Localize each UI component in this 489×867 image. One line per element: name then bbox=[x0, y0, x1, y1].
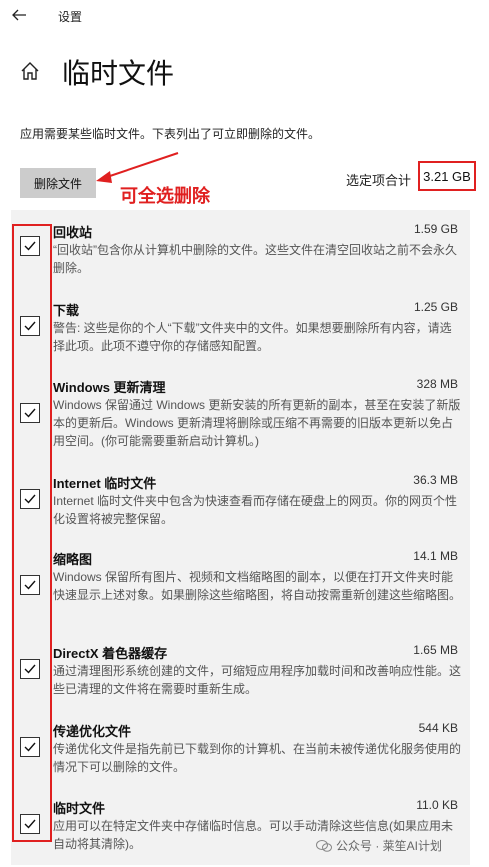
item-description: 警告: 这些是你的个人“下载”文件夹中的文件。如果想要删除所有内容，请选择此项。… bbox=[53, 321, 452, 353]
checkbox-highlight-box bbox=[12, 224, 52, 842]
wechat-icon bbox=[316, 839, 332, 852]
item-title: DirectX 着色器缓存 bbox=[53, 646, 168, 661]
item-size: 11.0 KB bbox=[416, 798, 458, 812]
item-description: 传递优化文件是指先前已下载到你的计算机、在当前未被传递优化服务使用的情况下可以删… bbox=[53, 742, 462, 774]
item-size: 1.65 MB bbox=[413, 643, 458, 657]
app-title: 设置 bbox=[58, 10, 83, 24]
item-title: Windows 更新清理 bbox=[53, 380, 166, 395]
item-title: 传递优化文件 bbox=[53, 724, 132, 739]
total-label: 选定项合计 bbox=[346, 173, 412, 188]
page-description: 应用需要某些临时文件。下表列出了可立即删除的文件。 bbox=[20, 127, 321, 141]
watermark: 公众号 · 莱笙AI计划 bbox=[316, 837, 442, 854]
item-title: 下载 bbox=[53, 303, 80, 318]
item-size: 1.59 GB bbox=[413, 222, 458, 236]
item-title: Internet 临时文件 bbox=[53, 476, 157, 491]
item-size: 14.1 MB bbox=[413, 549, 458, 563]
total-value: 3.21 GB bbox=[418, 161, 476, 191]
delete-files-button[interactable]: 删除文件 bbox=[20, 168, 96, 198]
item-title: 回收站 bbox=[53, 225, 93, 240]
item-size: 1.25 GB bbox=[413, 300, 458, 314]
item-description: Windows 保留所有图片、视频和文档缩略图的副本，以便在打开文件夹时能快速显… bbox=[53, 570, 462, 602]
total-value-text: 3.21 GB bbox=[423, 168, 471, 184]
item-description: 通过清理图形系统创建的文件，可缩短应用程序加载时间和改善响应性能。这些已清理的文… bbox=[53, 664, 462, 696]
item-title: 缩略图 bbox=[53, 552, 93, 567]
watermark-text: 公众号 · 莱笙AI计划 bbox=[336, 839, 443, 853]
item-size: 328 MB bbox=[416, 377, 458, 391]
item-description: Windows 保留通过 Windows 更新安装的所有更新的副本，甚至在安装了… bbox=[53, 398, 461, 448]
title-bar: 设置 bbox=[0, 0, 489, 30]
item-size: 36.3 MB bbox=[413, 473, 458, 487]
page-title: 临时文件 bbox=[62, 58, 175, 89]
annotation-text: 可全选删除 bbox=[120, 186, 210, 206]
home-icon bbox=[21, 62, 39, 80]
item-description: “回收站”包含你从计算机中删除的文件。这些文件在清空回收站之前不会永久删除。 bbox=[53, 243, 457, 275]
item-description: Internet 临时文件夹中包含为快速查看而存储在硬盘上的网页。你的网页个性化… bbox=[53, 494, 458, 526]
back-arrow-icon[interactable] bbox=[10, 6, 28, 24]
item-size: 544 KB bbox=[418, 721, 458, 735]
item-title: 临时文件 bbox=[53, 801, 106, 816]
